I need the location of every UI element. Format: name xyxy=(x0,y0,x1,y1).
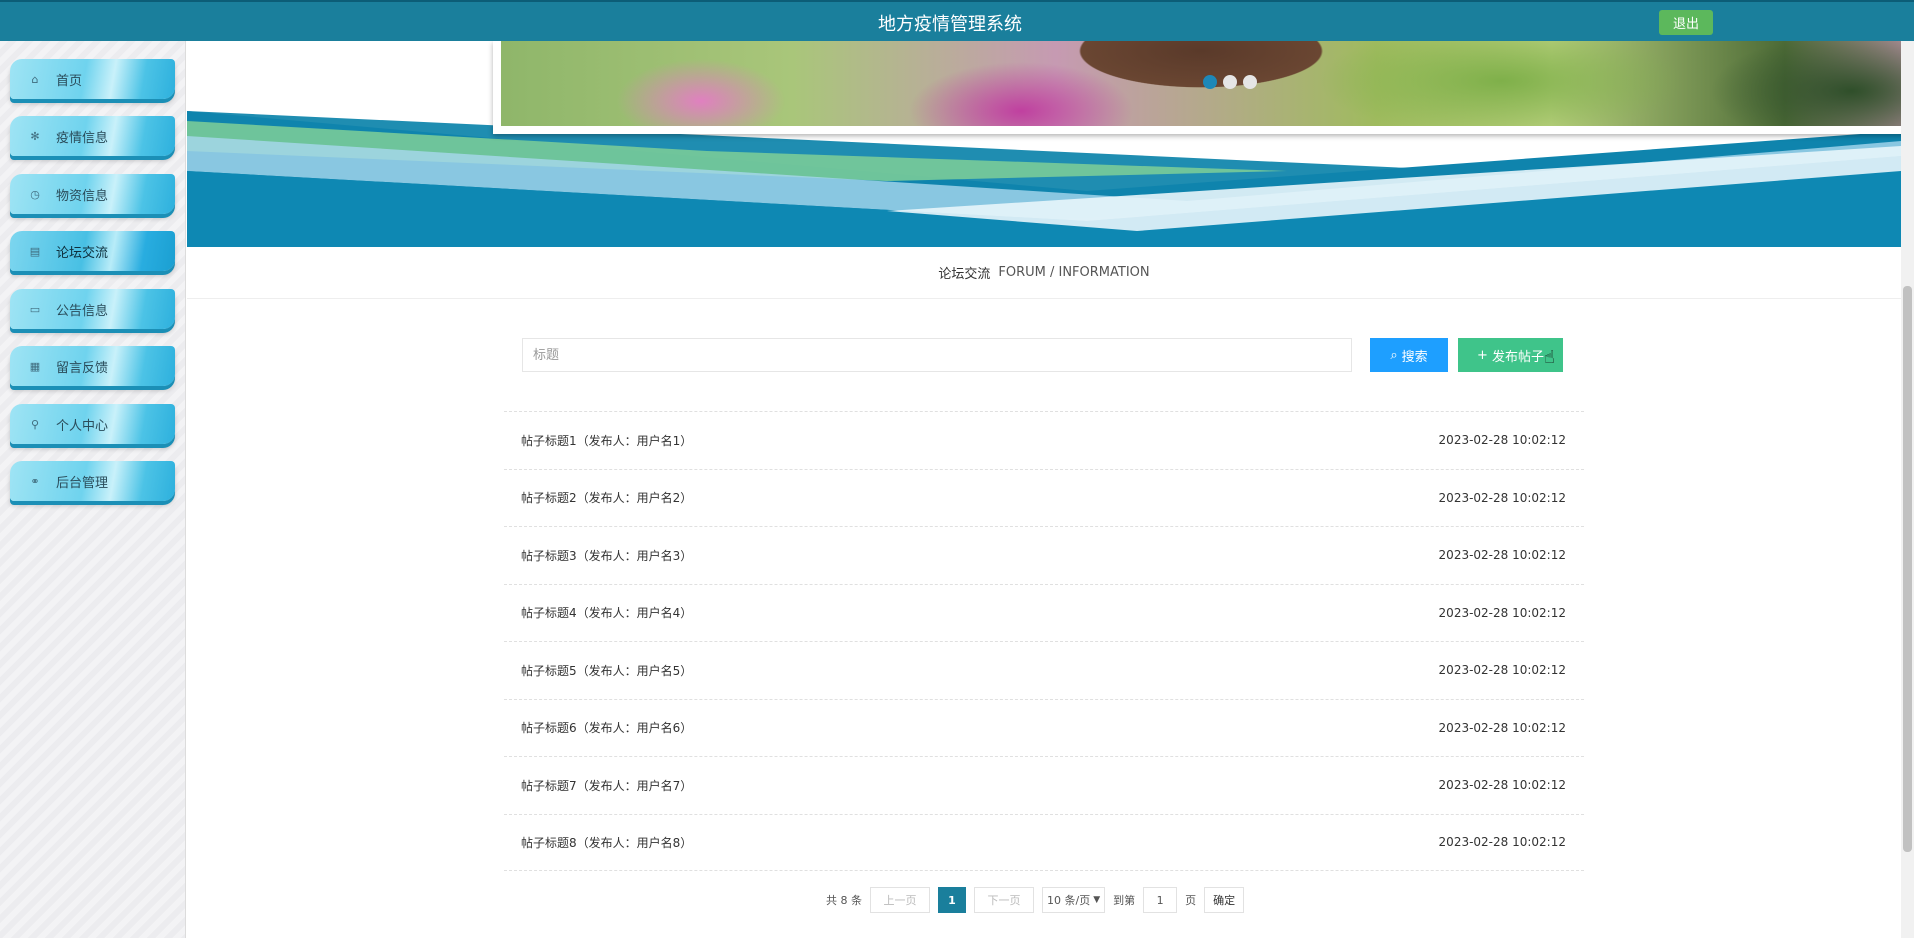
sidebar-item-label: 公告信息 xyxy=(56,303,109,319)
carousel-image xyxy=(501,41,1901,126)
sidebar-item-label: 物资信息 xyxy=(56,188,109,204)
post-title[interactable]: 帖子标题5（发布人：用户名5） xyxy=(521,662,692,679)
trash-icon: ▦ xyxy=(29,359,41,373)
post-title[interactable]: 帖子标题4（发布人：用户名4） xyxy=(521,604,692,621)
carousel-dot-1[interactable] xyxy=(1203,75,1217,89)
sidebar: ⌂ 首页 ✻ 疫情信息 ◷ 物资信息 ▤ 论坛交流 ▭ 公告信息 ▦ 留言反馈 … xyxy=(0,41,186,938)
sidebar-item-notice[interactable]: ▭ 公告信息 xyxy=(10,289,175,329)
top-header: 地方疫情管理系统 退出 xyxy=(0,0,1914,41)
total-count: 共 8 条 xyxy=(826,894,862,907)
carousel xyxy=(493,41,1901,134)
section-header: 论坛交流 FORUM / INFORMATION xyxy=(187,247,1901,299)
page-size-select[interactable]: 10 条/页 ▼ xyxy=(1042,887,1106,913)
sidebar-item-profile[interactable]: ⚲ 个人中心 xyxy=(10,404,175,444)
carousel-dot-2[interactable] xyxy=(1223,75,1237,89)
post-button-label: 发布帖子 xyxy=(1491,349,1544,365)
sidebar-item-admin[interactable]: ⚭ 后台管理 xyxy=(10,461,175,501)
home-icon: ⌂ xyxy=(31,72,39,86)
sidebar-item-label: 疫情信息 xyxy=(56,130,109,146)
chevron-down-icon: ▼ xyxy=(1093,895,1101,905)
page-size-label: 10 条/页 xyxy=(1047,894,1091,907)
hand-cursor-icon: ☝ xyxy=(1544,347,1555,368)
post-title[interactable]: 帖子标题8（发布人：用户名8） xyxy=(521,834,692,851)
list-item[interactable]: 帖子标题3（发布人：用户名3） 2023-02-28 10:02:12 xyxy=(504,526,1584,584)
next-page-button[interactable]: 下一页 xyxy=(974,887,1034,913)
clock-icon: ◷ xyxy=(30,187,40,201)
section-title-cn: 论坛交流 xyxy=(938,267,991,282)
post-title[interactable]: 帖子标题3（发布人：用户名3） xyxy=(521,547,692,564)
app-title: 地方疫情管理系统 xyxy=(878,14,1022,35)
post-time: 2023-02-28 10:02:12 xyxy=(1438,490,1566,505)
list-item[interactable]: 帖子标题4（发布人：用户名4） 2023-02-28 10:02:12 xyxy=(504,583,1584,642)
search-icon: ⌕ xyxy=(1390,347,1398,363)
sidebar-item-label: 后台管理 xyxy=(56,475,109,491)
list-item[interactable]: 帖子标题6（发布人：用户名6） 2023-02-28 10:02:12 xyxy=(504,698,1584,757)
goto-page-input[interactable]: 1 xyxy=(1143,887,1178,913)
post-time: 2023-02-28 10:02:12 xyxy=(1438,835,1566,850)
sidebar-item-epidemic[interactable]: ✻ 疫情信息 xyxy=(10,116,175,156)
sidebar-item-supplies[interactable]: ◷ 物资信息 xyxy=(10,174,175,214)
post-list: 帖子标题1（发布人：用户名1） 2023-02-28 10:02:12 帖子标题… xyxy=(504,411,1584,871)
search-button[interactable]: ⌕ 搜索 xyxy=(1370,338,1448,372)
search-button-label: 搜索 xyxy=(1401,349,1428,365)
list-item[interactable]: 帖子标题8（发布人：用户名8） 2023-02-28 10:02:12 xyxy=(504,813,1584,871)
virus-icon: ✻ xyxy=(30,129,40,143)
list-item[interactable]: 帖子标题5（发布人：用户名5） 2023-02-28 10:02:12 xyxy=(504,641,1584,699)
sidebar-item-feedback[interactable]: ▦ 留言反馈 xyxy=(10,346,175,386)
banner xyxy=(187,41,1901,247)
link-icon: ⚭ xyxy=(30,474,40,488)
sidebar-item-label: 个人中心 xyxy=(56,418,109,434)
list-item[interactable]: 帖子标题7（发布人：用户名7） 2023-02-28 10:02:12 xyxy=(504,756,1584,814)
post-title[interactable]: 帖子标题6（发布人：用户名6） xyxy=(521,719,692,736)
prev-page-button[interactable]: 上一页 xyxy=(870,887,930,913)
list-item[interactable]: 帖子标题1（发布人：用户名1） 2023-02-28 10:02:12 xyxy=(504,411,1584,469)
post-time: 2023-02-28 10:02:12 xyxy=(1438,720,1566,735)
sidebar-item-label: 论坛交流 xyxy=(56,245,109,261)
logout-button[interactable]: 退出 xyxy=(1659,10,1713,35)
confirm-button[interactable]: 确定 xyxy=(1204,887,1245,913)
scrollbar-thumb[interactable] xyxy=(1903,286,1912,852)
user-icon: ⚲ xyxy=(30,417,40,431)
post-title[interactable]: 帖子标题2（发布人：用户名2） xyxy=(521,489,692,506)
carousel-dot-3[interactable] xyxy=(1243,75,1257,89)
post-time: 2023-02-28 10:02:12 xyxy=(1438,548,1566,563)
forum-icon: ▤ xyxy=(29,244,41,258)
post-title[interactable]: 帖子标题7（发布人：用户名7） xyxy=(521,777,692,794)
page-unit-label: 页 xyxy=(1185,894,1197,907)
post-time: 2023-02-28 10:02:12 xyxy=(1438,778,1566,793)
post-time: 2023-02-28 10:02:12 xyxy=(1438,433,1566,448)
plus-icon: + xyxy=(1477,347,1488,363)
book-icon: ▭ xyxy=(29,302,41,316)
sidebar-item-forum[interactable]: ▤ 论坛交流 xyxy=(10,231,175,271)
sidebar-item-home[interactable]: ⌂ 首页 xyxy=(10,59,175,99)
post-title[interactable]: 帖子标题1（发布人：用户名1） xyxy=(521,432,692,449)
list-item[interactable]: 帖子标题2（发布人：用户名2） 2023-02-28 10:02:12 xyxy=(504,468,1584,527)
post-time: 2023-02-28 10:02:12 xyxy=(1438,663,1566,678)
section-title-en: FORUM / INFORMATION xyxy=(998,265,1150,280)
post-time: 2023-02-28 10:02:12 xyxy=(1438,605,1566,620)
carousel-dots xyxy=(1203,75,1257,89)
pagination: 共 8 条 上一页 1 下一页 10 条/页 ▼ 到第 1 页 确定 xyxy=(826,887,1245,913)
sidebar-item-label: 首页 xyxy=(56,73,83,89)
goto-label: 到第 xyxy=(1113,894,1136,907)
sidebar-item-label: 留言反馈 xyxy=(56,360,109,376)
page-number-current[interactable]: 1 xyxy=(938,887,966,913)
title-search-input[interactable] xyxy=(522,338,1352,372)
